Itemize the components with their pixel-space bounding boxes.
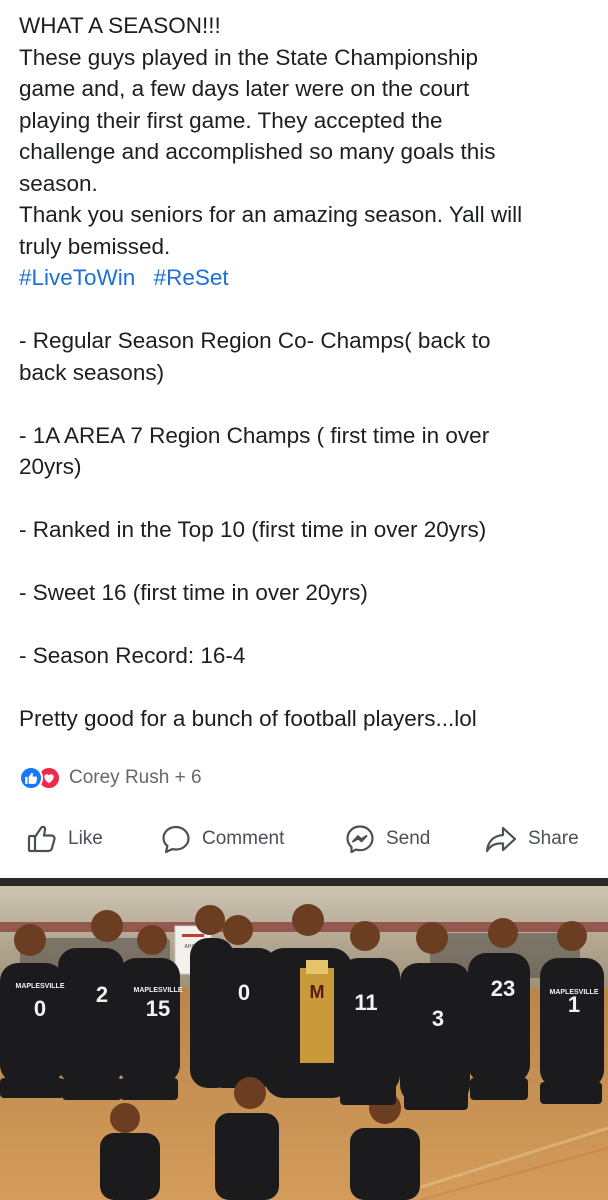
closing-line: Pretty good for a bunch of football play… bbox=[19, 706, 477, 731]
like-label: Like bbox=[68, 828, 103, 849]
comment-button[interactable]: Comment bbox=[160, 815, 284, 863]
jersey-number: 3 bbox=[432, 1006, 444, 1031]
team-photo-illustration: AHSAA bbox=[0, 878, 608, 1200]
bullet-line: - Season Record: 16-4 bbox=[19, 643, 246, 668]
jersey-number: 15 bbox=[146, 996, 170, 1021]
reaction-names[interactable]: Corey Rush + 6 bbox=[69, 767, 202, 789]
bullet-line: - 1A AREA 7 Region Champs ( first time i… bbox=[19, 422, 490, 448]
thumbs-up-icon bbox=[26, 823, 58, 855]
jersey-number: 2 bbox=[96, 982, 108, 1007]
bullet-line: - Regular Season Region Co- Champs( back… bbox=[19, 328, 491, 353]
send-button[interactable]: Send bbox=[344, 815, 430, 863]
messenger-icon bbox=[344, 823, 376, 855]
hashtag-row: #LiveToWin #ReSet bbox=[19, 262, 594, 294]
jersey-number: 0 bbox=[238, 980, 250, 1005]
share-arrow-icon bbox=[484, 823, 518, 855]
post-line: season. bbox=[19, 170, 98, 196]
jersey-number: 0 bbox=[34, 996, 46, 1021]
post-line: These guys played in the State Champions… bbox=[19, 44, 479, 70]
post-line: challenge and accomplished so many goals… bbox=[19, 139, 496, 164]
bullet-line: - Sweet 16 (first time in over 20yrs) bbox=[19, 580, 368, 605]
post-line: game and, a few days later were on the c… bbox=[19, 76, 470, 101]
action-bar: Like Comment Send Share bbox=[0, 815, 608, 863]
team-photo[interactable]: AHSAA bbox=[0, 878, 608, 1200]
share-label: Share bbox=[528, 828, 579, 849]
jersey-team-name: MAPLESVILLE bbox=[15, 983, 64, 990]
post-body: WHAT A SEASON!!! These guys played in th… bbox=[19, 10, 594, 735]
jersey-number: 11 bbox=[354, 990, 377, 1015]
post-line: Thank you seniors for an amazing season.… bbox=[19, 202, 523, 227]
bullet-line: back seasons) bbox=[19, 359, 165, 385]
bullet-line: 20yrs) bbox=[19, 454, 82, 479]
hashtag-link-livetowin[interactable]: #LiveToWin bbox=[19, 265, 135, 290]
jersey-number: 23 bbox=[491, 976, 515, 1001]
post-line: playing their first game. They accepted … bbox=[19, 107, 443, 133]
svg-text:M: M bbox=[310, 982, 325, 1002]
reactions-summary[interactable]: Corey Rush + 6 bbox=[19, 764, 202, 792]
like-button[interactable]: Like bbox=[26, 815, 103, 863]
hashtag-link-reset[interactable]: #ReSet bbox=[154, 265, 229, 290]
bullet-line: - Ranked in the Top 10 (first time in ov… bbox=[19, 517, 487, 542]
post-line: truly bemissed. bbox=[19, 233, 171, 259]
jersey-team-name: MAPLESVILLE bbox=[133, 987, 182, 994]
comment-bubble-icon bbox=[160, 823, 192, 855]
like-reaction-icon bbox=[19, 766, 43, 790]
jersey-team-name: MAPLESVILLE bbox=[549, 989, 598, 996]
comment-label: Comment bbox=[202, 828, 285, 849]
send-label: Send bbox=[386, 828, 431, 849]
share-button[interactable]: Share bbox=[484, 815, 579, 863]
post-line: WHAT A SEASON!!! bbox=[19, 13, 221, 38]
